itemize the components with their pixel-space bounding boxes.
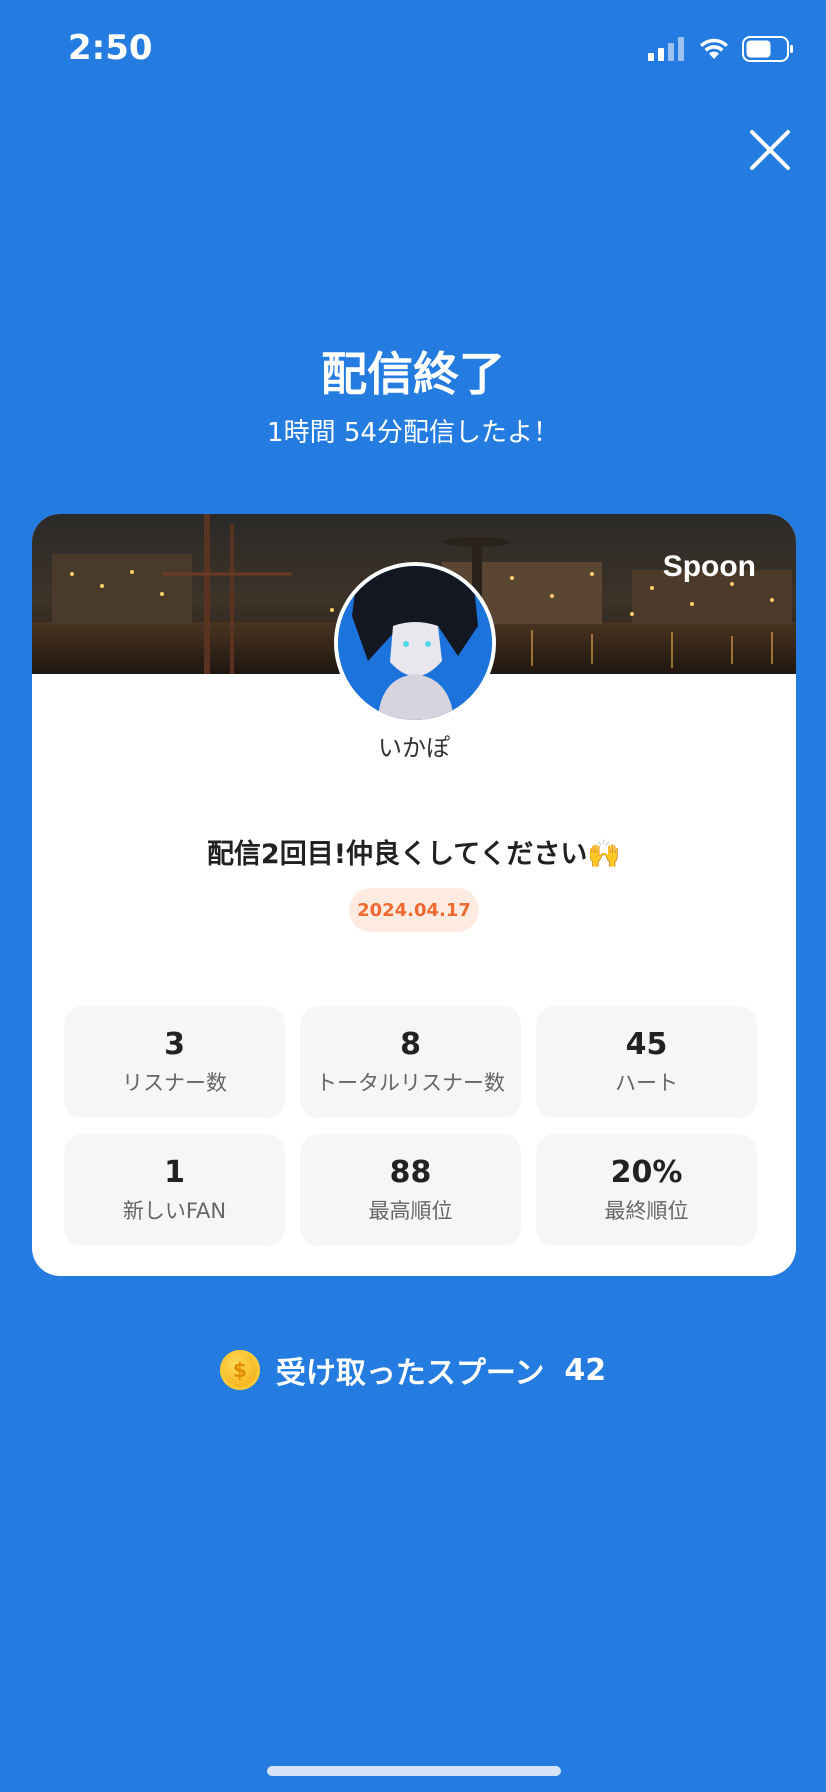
brand-logo: Spoon [662, 550, 756, 583]
received-spoons: $ 受け取ったスプーン 42 [0, 1348, 826, 1392]
stats-grid: 3 リスナー数 8 トータルリスナー数 45 ハート 1 新しいFAN 88 最… [64, 1006, 764, 1246]
stat-total-listeners: 8 トータルリスナー数 [300, 1006, 521, 1118]
cast-title: 配信2回目!仲良くしてください🙌 [206, 839, 622, 870]
stat-label: トータルリスナー数 [316, 1071, 505, 1095]
date-badge: 2024.04.17 [349, 888, 479, 932]
stat-value: 3 [164, 1027, 185, 1062]
signal-icon [648, 37, 684, 61]
stat-new-fans: 1 新しいFAN [64, 1134, 285, 1246]
result-card: Spoon いかぽ 配信2回目!仲良くしてください🙌 2024.04.17 3 … [32, 514, 796, 1276]
close-button[interactable] [744, 124, 796, 176]
stat-hearts: 45 ハート [536, 1006, 757, 1118]
stat-value: 20% [610, 1155, 683, 1190]
avatar[interactable] [334, 562, 496, 724]
wifi-icon [700, 38, 728, 59]
status-time: 2:50 [68, 28, 153, 68]
spoons-label: 受け取ったスプーン [275, 1356, 545, 1391]
user-nickname: いかぽ [378, 734, 450, 762]
home-indicator[interactable] [267, 1766, 561, 1776]
close-icon [750, 130, 790, 170]
stat-label: 最高順位 [368, 1199, 453, 1223]
stat-value: 1 [164, 1155, 185, 1190]
page-title: 配信終了 [321, 347, 505, 401]
stat-value: 88 [389, 1155, 432, 1190]
spoons-count: 42 [564, 1352, 607, 1388]
stat-value: 8 [400, 1027, 421, 1062]
stat-label: 新しいFAN [122, 1199, 227, 1223]
stat-label: ハート [615, 1071, 678, 1095]
stat-listeners: 3 リスナー数 [64, 1006, 285, 1118]
stat-label: リスナー数 [122, 1071, 227, 1095]
stat-value: 45 [625, 1027, 668, 1062]
stat-final-rank: 20% 最終順位 [536, 1134, 757, 1246]
status-icons [648, 36, 794, 62]
stat-highest-rank: 88 最高順位 [300, 1134, 521, 1246]
duration-subtitle: 1時間 54分配信したよ！ [267, 418, 559, 448]
battery-icon [742, 36, 793, 62]
status-bar: 2:50 [0, 0, 826, 100]
stat-label: 最終順位 [604, 1199, 689, 1223]
coin-icon: $ [219, 1350, 260, 1390]
avatar-image [338, 566, 492, 720]
